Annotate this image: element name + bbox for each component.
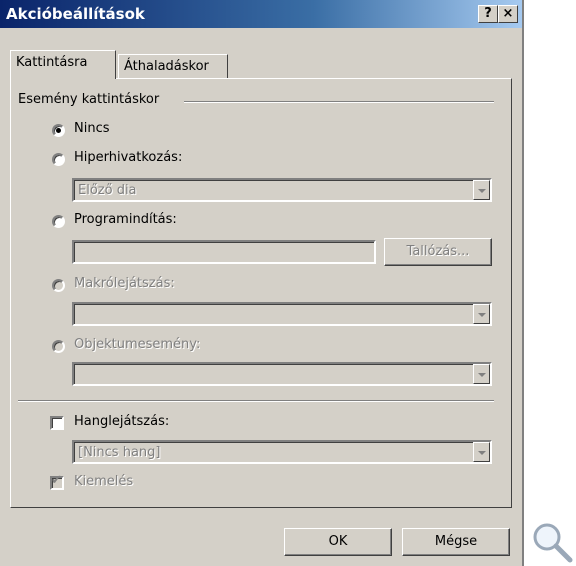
sound-dropdown[interactable]: [Nincs hang]	[72, 440, 492, 464]
radio-run-macro-label: Makrólejátszás:	[74, 276, 175, 291]
group-divider	[184, 101, 494, 103]
browse-button[interactable]: Tallózás...	[384, 238, 492, 266]
sound-value: [Nincs hang]	[78, 445, 161, 460]
macro-dropdown[interactable]	[72, 302, 492, 326]
highlight-checkbox[interactable]: ✔	[50, 473, 64, 490]
title-bar: Akcióbeállítások ? ×	[0, 0, 522, 28]
close-button[interactable]: ×	[498, 5, 518, 23]
radio-hyperlink[interactable]	[52, 153, 65, 166]
program-path-field[interactable]	[72, 240, 376, 264]
tab-on-click[interactable]: Kattintásra	[10, 50, 116, 79]
magnifier-icon[interactable]	[530, 520, 574, 564]
sound-dropdown-button[interactable]	[473, 442, 490, 462]
group-label: Esemény kattintáskor	[18, 92, 160, 107]
radio-run-program-label: Programindítás:	[74, 212, 177, 227]
macro-dropdown-button[interactable]	[473, 304, 490, 324]
ok-button[interactable]: OK	[284, 528, 392, 556]
tab-mouse-over[interactable]: Áthaladáskor	[118, 54, 228, 78]
chevron-down-icon	[478, 373, 486, 377]
object-action-dropdown[interactable]	[72, 362, 492, 386]
section-divider	[18, 400, 494, 402]
radio-selected-dot	[56, 128, 61, 133]
hyperlink-value: Előző dia	[78, 183, 137, 198]
hyperlink-dropdown-button[interactable]	[473, 180, 490, 200]
play-sound-checkbox[interactable]	[50, 416, 64, 430]
radio-object-action[interactable]	[52, 340, 65, 353]
checkmark-icon: ✔	[51, 473, 62, 488]
dialog-title: Akcióbeállítások	[6, 5, 145, 23]
chevron-down-icon	[478, 451, 486, 455]
highlight-label: Kiemelés	[74, 474, 134, 489]
radio-none[interactable]	[52, 124, 65, 137]
help-button[interactable]: ?	[478, 5, 498, 23]
object-action-dropdown-button[interactable]	[473, 364, 490, 384]
radio-none-label: Nincs	[74, 121, 110, 136]
radio-run-macro[interactable]	[52, 279, 65, 292]
radio-hyperlink-label: Hiperhivatkozás:	[74, 150, 183, 165]
play-sound-label: Hanglejátszás:	[74, 414, 170, 429]
radio-run-program[interactable]	[52, 215, 65, 228]
chevron-down-icon	[478, 313, 486, 317]
chevron-down-icon	[478, 189, 486, 193]
action-settings-dialog: Akcióbeállítások ? × Kattintásra Áthalad…	[0, 0, 524, 566]
radio-object-action-label: Objektumesemény:	[74, 337, 201, 352]
cancel-button[interactable]: Mégse	[402, 528, 510, 556]
hyperlink-dropdown[interactable]: Előző dia	[72, 178, 492, 202]
